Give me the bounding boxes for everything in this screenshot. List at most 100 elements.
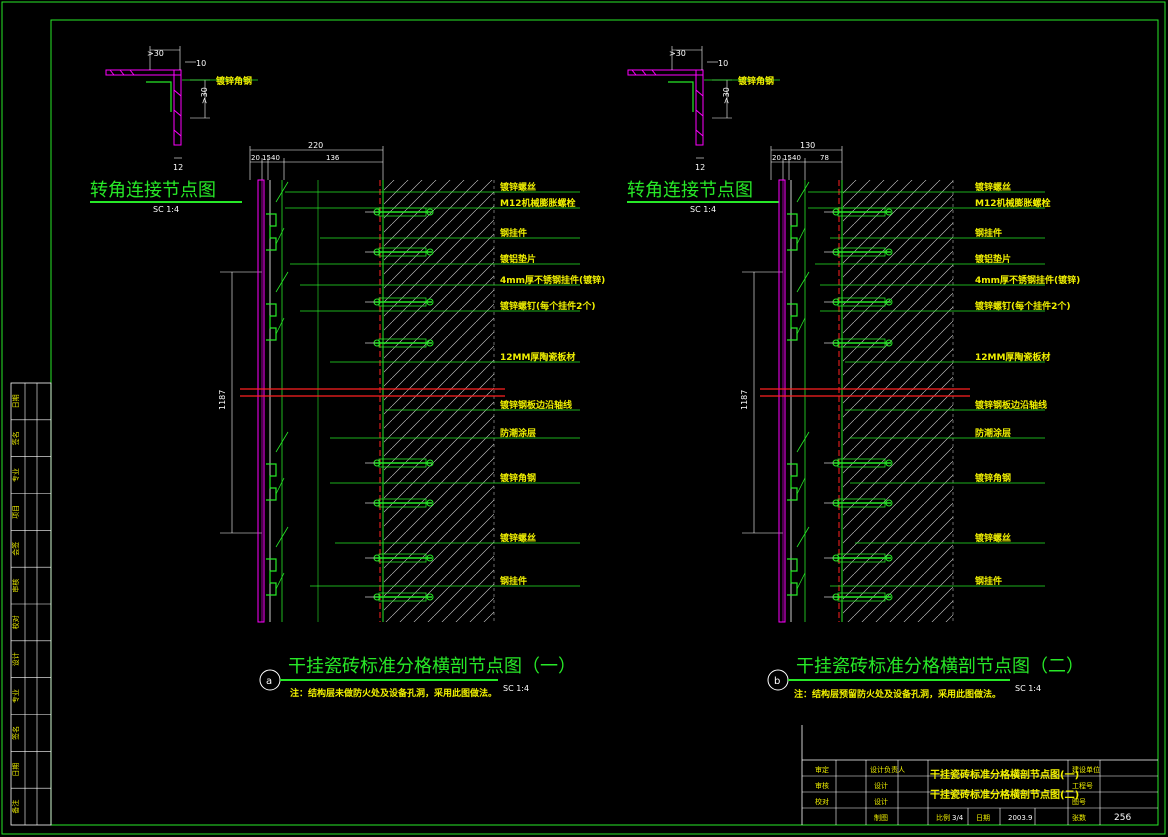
svg-text:设计: 设计 — [874, 781, 888, 790]
stainless-clip — [266, 181, 289, 251]
component-label: 镀锌螺丝 — [500, 532, 536, 544]
svg-text:10: 10 — [718, 59, 728, 68]
svg-text:SC 1:4: SC 1:4 — [690, 205, 716, 214]
corner-label: 镀锌角钢 — [216, 75, 252, 87]
svg-text:工程号: 工程号 — [1072, 781, 1093, 790]
component-label: 4mm厚不锈钢挂件(镀锌) — [500, 274, 605, 286]
svg-text:1187: 1187 — [740, 390, 749, 410]
svg-text:张数: 张数 — [1072, 813, 1086, 822]
side-strip: 日期签名专业项目会签审核校对设计专业签名日期备注 — [10, 382, 52, 826]
svg-text:3/4: 3/4 — [952, 814, 964, 822]
svg-text:日期: 日期 — [976, 814, 990, 822]
component-label: 4mm厚不锈钢挂件(镀锌) — [975, 274, 1080, 286]
svg-text:SC 1:4: SC 1:4 — [1015, 684, 1041, 693]
corner-dim-top: >30 — [147, 49, 164, 58]
svg-text:制图: 制图 — [874, 813, 888, 822]
dim-d: 136 — [326, 154, 340, 162]
component-label: 镀锌螺丝 — [975, 181, 1011, 193]
component-label: 钢挂件 — [975, 227, 1002, 239]
svg-text:78: 78 — [820, 154, 829, 162]
corner-dim-bottom: 12 — [173, 163, 183, 172]
component-label: 钢挂件 — [975, 575, 1002, 587]
corner-dim-right: 10 — [196, 59, 206, 68]
sheet-border-outer — [1, 1, 1166, 835]
svg-text:2003.9: 2003.9 — [1008, 814, 1033, 822]
stainless-clip — [787, 271, 810, 341]
component-label: M12机械膨胀螺栓 — [500, 197, 575, 209]
detail-title: 干挂瓷砖标准分格横剖节点图（一） — [288, 656, 576, 677]
component-label: 镀锌螺钉(每个挂件2个) — [975, 300, 1071, 312]
component-label: 钢挂件 — [500, 227, 527, 239]
right-detail: >30 10 >30 12 镀锌角钢 转角连接节点图 SC 1:4 130 20… — [627, 46, 1084, 700]
drawing-name-1: 干挂瓷砖标准分格横剖节点图(一) — [930, 768, 1079, 781]
side-strip-label: 日期 — [12, 394, 20, 408]
component-label: 镀锌螺丝 — [500, 181, 536, 193]
title-block: 审定 设计负责人 审核 设计 校对 设计 制图 干挂瓷砖标准分格横剖节点图(一)… — [801, 725, 1158, 825]
svg-text:转角连接节点图: 转角连接节点图 — [627, 180, 753, 201]
side-strip-label: 备注 — [11, 800, 20, 814]
stainless-clip — [787, 526, 810, 596]
side-strip-label: 设计 — [11, 652, 20, 666]
svg-text:15: 15 — [783, 154, 792, 162]
detail-note: 注：结构层未做防火处及设备孔洞，采用此图做法。 — [290, 687, 497, 699]
svg-text:镀锌角钢: 镀锌角钢 — [738, 75, 774, 87]
corner-detail-right: >30 10 >30 12 镀锌角钢 转角连接节点图 SC 1:4 — [627, 46, 780, 214]
stainless-clip — [266, 526, 289, 596]
side-strip-label: 签名 — [11, 431, 20, 445]
dim-total: 220 — [308, 141, 323, 150]
svg-text:12: 12 — [695, 163, 705, 172]
main-title-left: a 干挂瓷砖标准分格横剖节点图（一） SC 1:4 注：结构层未做防火处及设备孔… — [259, 656, 576, 699]
svg-text:建设单位: 建设单位 — [1072, 765, 1100, 774]
corner-dim-side: >30 — [200, 87, 209, 104]
component-label: 镀锌螺钉(每个挂件2个) — [500, 300, 596, 312]
component-label: M12机械膨胀螺栓 — [975, 197, 1050, 209]
svg-text:注：结构层预留防火处及设备孔洞，采用此图做法。: 注：结构层预留防火处及设备孔洞，采用此图做法。 — [794, 688, 1001, 700]
component-label: 镀锌角钢 — [500, 472, 536, 484]
sheet-border-inner — [50, 19, 1159, 826]
drawing-name-2: 干挂瓷砖标准分格横剖节点图(二) — [930, 788, 1079, 801]
sheet-number: 256 — [1114, 813, 1131, 823]
component-label: 镀锌钢板边沿轴线 — [500, 399, 572, 411]
svg-text:a: a — [266, 676, 272, 687]
component-label: 钢挂件 — [500, 575, 527, 587]
svg-text:40: 40 — [792, 154, 801, 162]
side-strip-label: 审核 — [11, 579, 20, 593]
side-strip-label: 日期 — [12, 763, 20, 777]
stainless-clip — [787, 431, 810, 501]
svg-text:20: 20 — [772, 154, 781, 162]
side-strip-label: 签名 — [11, 726, 20, 740]
component-label: 镀铝垫片 — [975, 253, 1011, 265]
component-label: 镀锌螺丝 — [975, 532, 1011, 544]
component-label: 12MM厚陶瓷板材 — [975, 351, 1050, 363]
left-detail: >30 10 >30 12 镀锌角钢 转角连接节点图 SC 1:4 220 20… — [90, 46, 605, 699]
svg-text:>30: >30 — [669, 49, 686, 58]
svg-text:校对: 校对 — [815, 797, 829, 806]
side-strip-label: 会签 — [11, 542, 20, 556]
component-label: 防潮涂层 — [500, 427, 536, 439]
height-dimension-right: 1187 — [740, 271, 783, 534]
svg-text:b: b — [774, 676, 780, 687]
svg-text:图号: 图号 — [1072, 798, 1086, 806]
svg-text:130: 130 — [800, 141, 815, 150]
component-label: 12MM厚陶瓷板材 — [500, 351, 575, 363]
corner-detail-left: >30 10 >30 12 镀锌角钢 转角连接节点图 SC 1:4 — [90, 46, 258, 214]
corner-scale: SC 1:4 — [153, 205, 179, 214]
svg-text:设计负责人: 设计负责人 — [870, 765, 905, 774]
side-strip-label: 专业 — [11, 468, 20, 482]
stainless-clip — [266, 431, 289, 501]
concrete-wall — [384, 180, 494, 622]
dim-b: 15 — [262, 154, 271, 162]
svg-text:>30: >30 — [722, 87, 731, 104]
svg-text:比例: 比例 — [936, 813, 950, 822]
side-strip-label: 校对 — [11, 615, 20, 629]
corner-title: 转角连接节点图 — [90, 180, 216, 201]
main-title-right: b 干挂瓷砖标准分格横剖节点图（二） SC 1:4 注：结构层预留防火处及设备孔… — [767, 656, 1084, 700]
component-label: 镀铝垫片 — [500, 253, 536, 265]
stainless-clip — [787, 181, 810, 251]
top-dimensions-left: 220 20 15 40 136 — [249, 141, 384, 180]
dim-c: 40 — [271, 154, 280, 162]
component-label: 防潮涂层 — [975, 427, 1011, 439]
svg-text:1187: 1187 — [218, 390, 227, 410]
height-dimension-left: 1187 — [218, 271, 262, 534]
svg-text:审核: 审核 — [815, 781, 829, 790]
